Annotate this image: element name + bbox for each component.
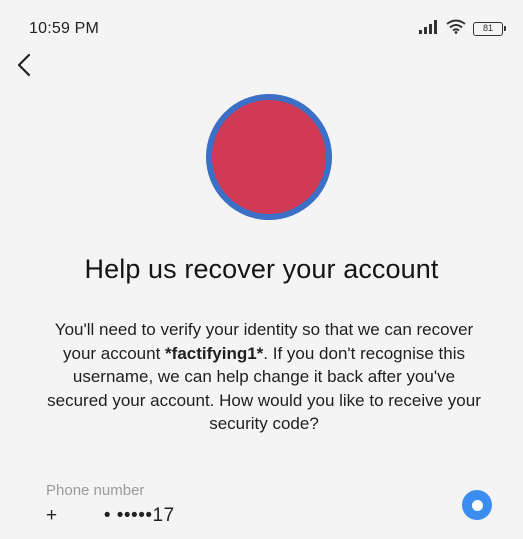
wifi-icon (446, 19, 466, 39)
phone-number-label: Phone number (46, 482, 145, 499)
chevron-left-icon (16, 53, 32, 82)
username: *factifying1* (165, 343, 264, 363)
status-bar: 10:59 PM 81 (0, 0, 523, 48)
page-title: Help us recover your account (84, 254, 439, 284)
back-button[interactable] (8, 50, 40, 84)
signal-icon (419, 19, 439, 39)
battery-icon: 81 (473, 22, 506, 36)
status-icons: 81 (419, 19, 506, 39)
avatar (206, 94, 332, 220)
status-time: 10:59 PM (29, 20, 100, 37)
phone-radio-button[interactable] (462, 490, 492, 520)
phone-number-value: + • •••••17 (46, 505, 175, 526)
radio-selected-dot (471, 499, 483, 511)
description-text: You'll need to verify your identity so t… (44, 318, 484, 436)
